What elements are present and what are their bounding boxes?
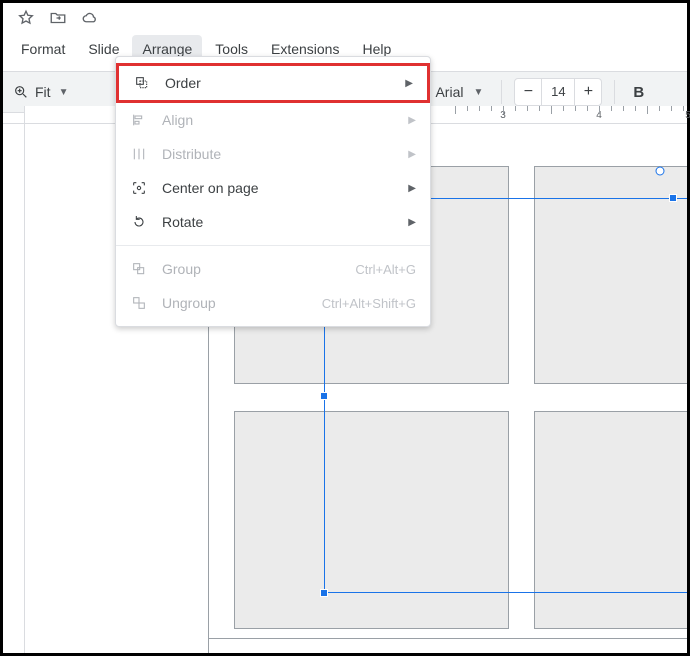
increase-font-button[interactable]: +	[575, 79, 601, 105]
selection-handle[interactable]	[669, 194, 677, 202]
menu-order[interactable]: Order ▶	[116, 63, 430, 103]
toolbar-separator	[614, 80, 615, 104]
menu-label: Ungroup	[162, 295, 308, 311]
page-boundary	[208, 638, 687, 639]
submenu-arrow-icon: ▶	[408, 183, 416, 194]
ruler-tick	[599, 106, 600, 114]
ruler-tick	[611, 106, 612, 111]
ruler-tick	[491, 106, 492, 111]
cloud-status-icon[interactable]	[81, 9, 99, 27]
font-name: Arial	[435, 84, 463, 100]
font-size-stepper[interactable]: − 14 +	[514, 78, 602, 106]
submenu-arrow-icon: ▶	[408, 149, 416, 160]
selection-handle[interactable]	[320, 392, 328, 400]
menu-label: Align	[162, 112, 394, 128]
menu-format[interactable]: Format	[11, 35, 75, 63]
ruler-tick	[467, 106, 468, 111]
ruler-tick	[551, 106, 552, 114]
ruler-tick	[671, 106, 672, 111]
rotation-handle[interactable]	[656, 167, 665, 176]
decrease-font-button[interactable]: −	[515, 79, 541, 105]
group-icon	[130, 260, 148, 278]
ruler-tick	[683, 106, 684, 111]
menu-align: Align ▶	[116, 103, 430, 137]
menu-label: Distribute	[162, 146, 394, 162]
order-icon	[133, 74, 151, 92]
ruler-tick	[527, 106, 528, 111]
toolbar-separator	[501, 80, 502, 104]
shortcut-hint: Ctrl+Alt+Shift+G	[322, 296, 416, 311]
quick-access-icons	[3, 3, 687, 33]
menu-center-on-page[interactable]: Center on page ▶	[116, 171, 430, 205]
ruler-tick	[623, 106, 624, 111]
menu-label: Order	[165, 75, 391, 91]
rotate-icon	[130, 213, 148, 231]
bold-button[interactable]: B	[627, 84, 650, 101]
move-to-folder-icon[interactable]	[49, 9, 67, 27]
menu-separator	[116, 245, 430, 246]
zoom-selector[interactable]: Fit ▼	[13, 84, 68, 100]
selection-handle[interactable]	[320, 589, 328, 597]
arrange-dropdown: Order ▶ Align ▶ Distribute ▶ Center on p…	[115, 56, 431, 327]
menu-label: Center on page	[162, 180, 394, 196]
menu-rotate[interactable]: Rotate ▶	[116, 205, 430, 239]
ruler-tick	[659, 106, 660, 111]
ruler-corner	[3, 106, 25, 124]
distribute-icon	[130, 145, 148, 163]
submenu-arrow-icon: ▶	[408, 115, 416, 126]
ruler-tick	[515, 106, 516, 111]
caret-down-icon: ▼	[473, 87, 483, 98]
ruler-tick	[563, 106, 564, 111]
menu-label: Rotate	[162, 214, 394, 230]
star-icon[interactable]	[17, 9, 35, 27]
menu-distribute: Distribute ▶	[116, 137, 430, 171]
font-family-selector[interactable]: Arial ▼	[429, 84, 489, 100]
ruler-tick	[575, 106, 576, 111]
ruler-tick	[455, 106, 456, 114]
menu-ungroup: Ungroup Ctrl+Alt+Shift+G	[116, 286, 430, 320]
submenu-arrow-icon: ▶	[408, 217, 416, 228]
ruler-tick	[647, 106, 648, 114]
menu-label: Group	[162, 261, 341, 277]
ruler-tick-label: 5	[685, 110, 690, 121]
zoom-icon	[13, 84, 29, 100]
caret-down-icon: ▼	[59, 87, 69, 98]
center-icon	[130, 179, 148, 197]
ruler-tick	[587, 106, 588, 111]
menu-group: Group Ctrl+Alt+G	[116, 252, 430, 286]
shortcut-hint: Ctrl+Alt+G	[355, 262, 416, 277]
ungroup-icon	[130, 294, 148, 312]
vertical-ruler-gutter	[3, 124, 25, 653]
ruler-tick	[539, 106, 540, 111]
ruler-tick	[503, 106, 504, 114]
submenu-arrow-icon: ▶	[405, 78, 413, 89]
ruler-tick	[479, 106, 480, 111]
ruler-tick	[635, 106, 636, 111]
zoom-label: Fit	[35, 84, 51, 100]
font-size-value[interactable]: 14	[541, 79, 575, 105]
align-icon	[130, 111, 148, 129]
